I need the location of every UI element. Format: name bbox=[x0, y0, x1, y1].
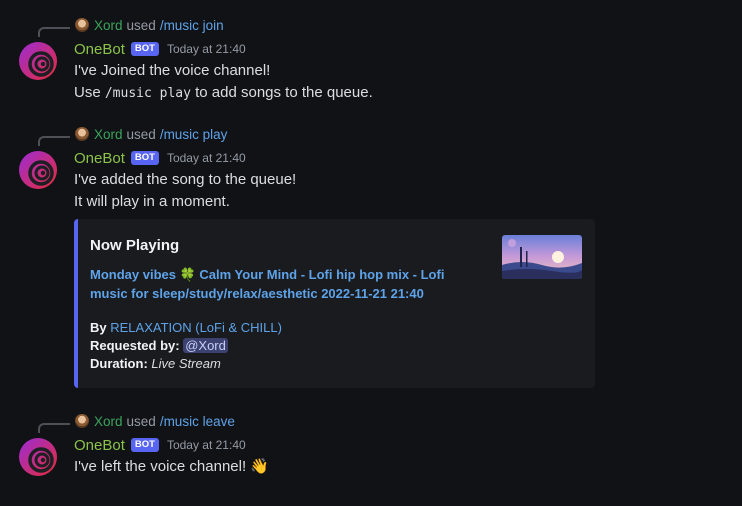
reply-username[interactable]: Xord bbox=[94, 127, 123, 142]
song-title-part[interactable]: Monday vibes bbox=[90, 267, 180, 282]
reply-command[interactable]: /music leave bbox=[160, 414, 235, 429]
embed-field-duration: Duration: Live Stream bbox=[90, 355, 221, 373]
message-text: Use /music play to add songs to the queu… bbox=[74, 82, 373, 104]
reply-username[interactable]: Xord bbox=[94, 414, 123, 429]
author-name[interactable]: OneBot bbox=[74, 437, 125, 454]
field-label: Requested by: bbox=[90, 338, 180, 353]
author-name[interactable]: OneBot bbox=[74, 150, 125, 167]
text-segment: Use bbox=[74, 84, 105, 101]
reply-used-text: used bbox=[126, 413, 156, 429]
reply-context[interactable]: Xord used /music leave bbox=[75, 412, 235, 430]
text-segment: to add songs to the queue. bbox=[190, 84, 373, 101]
channel-link[interactable]: RELAXATION (LoFi & CHILL) bbox=[110, 320, 282, 335]
bot-tag: BOT bbox=[130, 438, 159, 452]
text-segment: I've left the voice channel! bbox=[74, 458, 247, 475]
embed-field-by: By RELAXATION (LoFi & CHILL) bbox=[90, 319, 282, 337]
onebot-avatar-icon[interactable] bbox=[19, 438, 57, 476]
message-header: OneBot BOT Today at 21:40 bbox=[74, 39, 246, 59]
duration-value: Live Stream bbox=[151, 356, 221, 371]
reply-command[interactable]: /music join bbox=[160, 18, 224, 33]
xord-avatar-icon[interactable] bbox=[75, 414, 89, 428]
field-label: Duration: bbox=[90, 356, 148, 371]
song-link[interactable]: Monday vibes 🍀 Calm Your Mind - Lofi hip… bbox=[90, 265, 485, 303]
bot-tag: BOT bbox=[130, 42, 159, 56]
message-header: OneBot BOT Today at 21:40 bbox=[74, 148, 246, 168]
onebot-avatar-icon[interactable] bbox=[19, 42, 57, 80]
reply-command[interactable]: /music play bbox=[160, 127, 228, 142]
reply-used-text: used bbox=[126, 126, 156, 142]
inline-code: /music play bbox=[104, 86, 191, 101]
reply-username[interactable]: Xord bbox=[94, 18, 123, 33]
xord-avatar-icon[interactable] bbox=[75, 127, 89, 141]
message-text: I've Joined the voice channel! bbox=[74, 62, 271, 79]
message-text: I've left the voice channel! 👋 bbox=[74, 456, 269, 478]
timestamp[interactable]: Today at 21:40 bbox=[167, 151, 246, 165]
clover-emoji-icon: 🍀 bbox=[179, 267, 196, 282]
message-header: OneBot BOT Today at 21:40 bbox=[74, 435, 246, 455]
message-text: It will play in a moment. bbox=[74, 193, 230, 210]
timestamp[interactable]: Today at 21:40 bbox=[167, 42, 246, 56]
reply-used-text: used bbox=[126, 17, 156, 33]
timestamp[interactable]: Today at 21:40 bbox=[167, 438, 246, 452]
now-playing-embed: Now Playing Monday vibes 🍀 Calm Your Min… bbox=[74, 219, 595, 388]
onebot-avatar-icon[interactable] bbox=[19, 151, 57, 189]
embed-field-requested: Requested by: @Xord bbox=[90, 337, 228, 355]
reply-connector bbox=[38, 136, 70, 146]
author-name[interactable]: OneBot bbox=[74, 41, 125, 58]
reply-connector bbox=[38, 27, 70, 37]
field-label: By bbox=[90, 320, 107, 335]
bot-tag: BOT bbox=[130, 151, 159, 165]
reply-context[interactable]: Xord used /music play bbox=[75, 125, 227, 143]
reply-context[interactable]: Xord used /music join bbox=[75, 16, 224, 34]
embed-title: Now Playing bbox=[90, 237, 180, 254]
wave-emoji-icon: 👋 bbox=[250, 458, 269, 475]
song-thumbnail[interactable] bbox=[502, 235, 582, 279]
xord-avatar-icon[interactable] bbox=[75, 18, 89, 32]
user-mention[interactable]: @Xord bbox=[183, 338, 228, 353]
message-text: I've added the song to the queue! bbox=[74, 171, 297, 188]
reply-connector bbox=[38, 423, 70, 433]
